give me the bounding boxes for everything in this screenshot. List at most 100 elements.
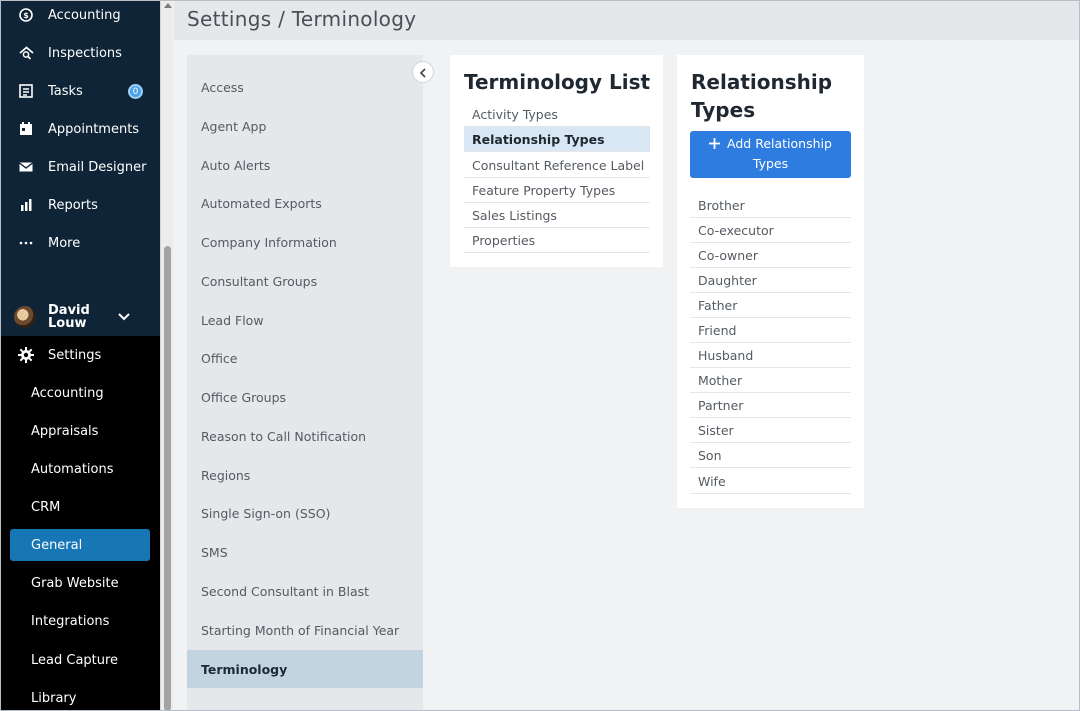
terminology-list-card: Terminology List Activity Types Relation… <box>450 55 663 267</box>
relationship-item-friend[interactable]: Friend <box>690 318 851 343</box>
add-button-label-line1: Add Relationship <box>727 136 832 151</box>
settings-item-auto-alerts[interactable]: Auto Alerts <box>187 146 423 184</box>
nav-item-tasks[interactable]: Tasks 0 <box>0 72 160 110</box>
relationship-item-label: Son <box>698 447 722 463</box>
term-item-label: Feature Property Types <box>472 182 616 198</box>
add-relationship-types-button[interactable]: Add Relationship Types <box>690 131 851 178</box>
sub-item-label: Lead Capture <box>31 652 119 668</box>
term-item-label: Consultant Reference Label <box>472 157 645 173</box>
settings-item-access[interactable]: Access <box>187 68 423 106</box>
relationship-item-wife[interactable]: Wife <box>690 469 851 494</box>
nav-item-accounting[interactable]: $ Accounting <box>0 0 160 34</box>
calendar-icon <box>0 122 48 136</box>
ellipsis-icon <box>0 241 48 245</box>
sub-item-general[interactable]: General <box>10 529 150 561</box>
relationship-item-label: Sister <box>698 422 734 438</box>
nav-item-label: Accounting <box>48 7 121 23</box>
relationship-item-label: Mother <box>698 372 743 388</box>
term-item-consultant-reference-label[interactable]: Consultant Reference Label <box>464 153 650 178</box>
settings-item-label: SMS <box>201 544 228 560</box>
settings-item-sso[interactable]: Single Sign-on (SSO) <box>187 494 423 532</box>
relationship-item-label: Brother <box>698 197 745 213</box>
relationship-item-sister[interactable]: Sister <box>690 418 851 443</box>
settings-item-label: Office Groups <box>201 389 287 405</box>
settings-item-label: Company Information <box>201 234 337 250</box>
nav-scrollbar[interactable] <box>160 0 173 711</box>
term-item-properties[interactable]: Properties <box>464 228 650 253</box>
settings-item-label: Auto Alerts <box>201 157 271 173</box>
settings-item-reason-to-call[interactable]: Reason to Call Notification <box>187 417 423 455</box>
settings-item-label: Terminology <box>201 661 288 677</box>
tasks-icon <box>0 84 48 98</box>
term-item-activity-types[interactable]: Activity Types <box>464 102 650 127</box>
nav-item-label: Reports <box>48 197 98 213</box>
relationship-item-husband[interactable]: Husband <box>690 343 851 368</box>
settings-item-label: Access <box>201 79 244 95</box>
sub-item-appraisals[interactable]: Appraisals <box>10 415 150 447</box>
relationship-item-label: Co-owner <box>698 247 758 263</box>
bar-chart-icon <box>0 198 48 212</box>
relationship-item-son[interactable]: Son <box>690 443 851 468</box>
nav-item-more[interactable]: More <box>0 224 160 262</box>
nav-item-inspections[interactable]: Inspections <box>0 34 160 72</box>
term-item-feature-property-types[interactable]: Feature Property Types <box>464 178 650 203</box>
sub-item-crm[interactable]: CRM <box>10 491 150 523</box>
sub-item-grab-website[interactable]: Grab Website <box>10 567 150 599</box>
sub-item-accounting[interactable]: Accounting <box>10 377 150 409</box>
settings-item-company-information[interactable]: Company Information <box>187 223 423 261</box>
page-title: Settings / Terminology <box>187 7 417 31</box>
scroll-up-arrow-icon[interactable] <box>164 3 172 8</box>
sub-item-automations[interactable]: Automations <box>10 453 150 485</box>
relationship-item-brother[interactable]: Brother <box>690 193 851 218</box>
avatar <box>14 306 36 328</box>
settings-item-automated-exports[interactable]: Automated Exports <box>187 184 423 222</box>
settings-item-sms[interactable]: SMS <box>187 533 423 571</box>
settings-item-financial-year[interactable]: Starting Month of Financial Year <box>187 611 423 649</box>
settings-item-office-groups[interactable]: Office Groups <box>187 378 423 416</box>
main-nav: $ Accounting Inspections Tasks 0 Appoint… <box>0 0 160 711</box>
settings-item-consultant-groups[interactable]: Consultant Groups <box>187 262 423 300</box>
relationship-item-partner[interactable]: Partner <box>690 393 851 418</box>
sub-item-label: Accounting <box>31 385 104 401</box>
relationship-item-label: Father <box>698 297 738 313</box>
settings-item-agent-app[interactable]: Agent App <box>187 107 423 145</box>
sub-item-lead-capture[interactable]: Lead Capture <box>10 644 150 676</box>
relationship-item-label: Partner <box>698 397 744 413</box>
sub-item-library[interactable]: Library <box>10 682 150 711</box>
settings-item-second-consultant[interactable]: Second Consultant in Blast <box>187 572 423 610</box>
nav-item-label: More <box>48 235 81 251</box>
relationship-item-co-owner[interactable]: Co-owner <box>690 243 851 268</box>
nav-item-label: Appointments <box>48 121 140 137</box>
nav-item-label: Email Designer <box>48 159 147 175</box>
chevron-down-icon <box>118 310 130 325</box>
term-item-sales-listings[interactable]: Sales Listings <box>464 203 650 228</box>
settings-submenu: Settings Accounting Appraisals Automatio… <box>0 336 160 711</box>
term-item-relationship-types[interactable]: Relationship Types <box>464 127 650 152</box>
nav-item-email-designer[interactable]: Email Designer <box>0 148 160 186</box>
settings-item-terminology[interactable]: Terminology <box>187 650 423 688</box>
settings-item-regions[interactable]: Regions <box>187 456 423 494</box>
terminology-list-title: Terminology List <box>464 70 651 94</box>
user-menu[interactable]: David Louw <box>0 298 160 336</box>
settings-item-office[interactable]: Office <box>187 339 423 377</box>
nav-item-label: Inspections <box>48 45 122 61</box>
settings-item-label: Consultant Groups <box>201 273 318 289</box>
relationship-item-mother[interactable]: Mother <box>690 368 851 393</box>
settings-item-lead-flow[interactable]: Lead Flow <box>187 301 423 339</box>
nav-item-settings[interactable]: Settings <box>0 336 160 374</box>
relationship-item-co-executor[interactable]: Co-executor <box>690 218 851 243</box>
sub-item-integrations[interactable]: Integrations <box>10 605 150 637</box>
sub-item-label: Automations <box>31 461 114 477</box>
relationship-item-daughter[interactable]: Daughter <box>690 268 851 293</box>
nav-item-reports[interactable]: Reports <box>0 186 160 224</box>
collapse-panel-button[interactable] <box>412 61 434 83</box>
term-item-label: Sales Listings <box>472 207 557 223</box>
relationship-types-card: Relationship Types Add Relationship Type… <box>677 55 864 508</box>
nav-item-appointments[interactable]: Appointments <box>0 110 160 148</box>
relationship-item-father[interactable]: Father <box>690 293 851 318</box>
term-item-label: Activity Types <box>472 106 558 122</box>
scrollbar-thumb[interactable] <box>164 246 171 711</box>
relationship-item-label: Friend <box>698 322 737 338</box>
page-header: Settings / Terminology <box>174 0 1080 40</box>
gear-icon <box>0 347 48 363</box>
